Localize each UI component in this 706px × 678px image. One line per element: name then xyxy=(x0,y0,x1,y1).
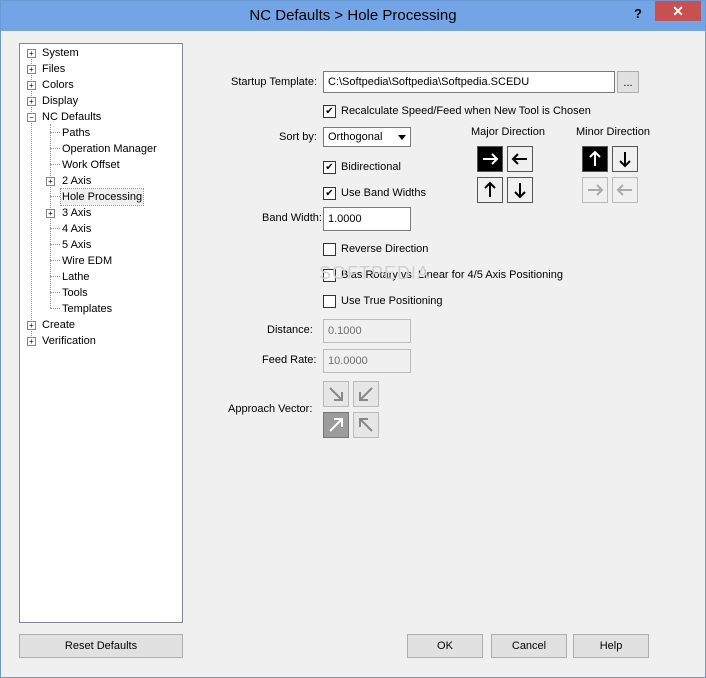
major-down-button[interactable] xyxy=(507,177,533,203)
arrow-left-icon xyxy=(511,153,527,165)
settings-tree[interactable]: + System + Files + Colors + Display − NC… xyxy=(19,43,183,623)
collapse-nc-defaults-icon[interactable]: − xyxy=(27,113,36,122)
arrow-up-icon xyxy=(589,150,601,166)
close-button[interactable]: ✕ xyxy=(655,1,701,21)
band-width-label: Band Width: xyxy=(262,212,322,224)
tree-item-system[interactable]: System xyxy=(42,45,79,61)
tree-branch xyxy=(50,244,60,245)
tree-branch xyxy=(50,132,60,133)
minor-direction-label: Minor Direction xyxy=(576,126,650,138)
tree-item-display[interactable]: Display xyxy=(42,93,78,109)
expand-colors-icon[interactable]: + xyxy=(27,81,36,90)
band-widths-checkbox[interactable]: ✔ xyxy=(323,187,336,200)
softpedia-watermark: SOFTPEDIA xyxy=(319,263,431,283)
minor-down-button[interactable] xyxy=(612,146,638,172)
band-width-field[interactable]: 1.0000 xyxy=(323,207,411,231)
arrow-right-icon xyxy=(588,184,604,196)
approach-down-left-button[interactable] xyxy=(353,381,379,407)
arrow-down-icon xyxy=(619,152,631,168)
tree-item-3-axis[interactable]: 3 Axis xyxy=(62,205,91,221)
sort-by-value: Orthogonal xyxy=(328,131,383,143)
arrow-up-icon xyxy=(484,181,496,197)
expand-files-icon[interactable]: + xyxy=(27,65,36,74)
arrow-down-icon xyxy=(514,183,526,199)
approach-vector-label: Approach Vector: xyxy=(228,403,313,415)
true-positioning-label: Use True Positioning xyxy=(341,295,443,307)
tree-item-lathe[interactable]: Lathe xyxy=(62,269,90,285)
tree-item-colors[interactable]: Colors xyxy=(42,77,74,93)
approach-down-right-button[interactable] xyxy=(323,381,349,407)
title-bar[interactable]: NC Defaults > Hole Processing ? ✕ xyxy=(1,1,705,31)
sort-by-label: Sort by: xyxy=(279,131,317,143)
tree-item-tools[interactable]: Tools xyxy=(62,285,88,301)
tree-branch xyxy=(50,196,60,197)
major-left-button[interactable] xyxy=(507,146,533,172)
tree-branch xyxy=(50,164,60,165)
tree-branch xyxy=(50,228,60,229)
minor-right-button xyxy=(582,177,608,203)
expand-2-axis-icon[interactable]: + xyxy=(46,177,55,186)
major-direction-label: Major Direction xyxy=(471,126,545,138)
tree-item-nc-defaults[interactable]: NC Defaults xyxy=(42,109,101,125)
tree-item-2-axis[interactable]: 2 Axis xyxy=(62,173,91,189)
reverse-direction-checkbox[interactable] xyxy=(323,243,336,256)
tree-item-create[interactable]: Create xyxy=(42,317,75,333)
tree-item-work-offset[interactable]: Work Offset xyxy=(62,157,120,173)
arrow-down-left-icon xyxy=(359,387,373,401)
tree-item-templates[interactable]: Templates xyxy=(62,301,112,317)
feed-rate-label: Feed Rate: xyxy=(262,354,317,366)
feed-rate-field: 10.0000 xyxy=(323,349,411,373)
distance-field: 0.1000 xyxy=(323,319,411,343)
tree-item-wire-edm[interactable]: Wire EDM xyxy=(62,253,112,269)
expand-system-icon[interactable]: + xyxy=(27,49,36,58)
tree-item-verification[interactable]: Verification xyxy=(42,333,96,349)
help-title-button[interactable]: ? xyxy=(629,5,647,23)
browse-button[interactable]: ... xyxy=(617,71,639,93)
tree-item-hole-processing[interactable]: Hole Processing xyxy=(59,188,145,206)
distance-label: Distance: xyxy=(267,324,313,336)
help-button[interactable]: Help xyxy=(573,634,649,658)
tree-branch xyxy=(50,308,60,309)
tree-branch xyxy=(50,260,60,261)
reset-defaults-button[interactable]: Reset Defaults xyxy=(19,634,183,658)
bidirectional-checkbox[interactable]: ✔ xyxy=(323,161,336,174)
tree-item-files[interactable]: Files xyxy=(42,61,65,77)
recalc-checkbox[interactable]: ✔ xyxy=(323,105,336,118)
tree-branch xyxy=(50,292,60,293)
arrow-up-left-icon xyxy=(359,418,373,432)
expand-create-icon[interactable]: + xyxy=(27,321,36,330)
recalc-label: Recalculate Speed/Feed when New Tool is … xyxy=(341,105,591,117)
minor-left-button xyxy=(612,177,638,203)
expand-verification-icon[interactable]: + xyxy=(27,337,36,346)
expand-3-axis-icon[interactable]: + xyxy=(46,209,55,218)
arrow-down-right-icon xyxy=(329,387,343,401)
expand-display-icon[interactable]: + xyxy=(27,97,36,106)
ok-button[interactable]: OK xyxy=(407,634,483,658)
band-widths-label: Use Band Widths xyxy=(341,187,426,199)
reverse-direction-label: Reverse Direction xyxy=(341,243,429,255)
arrow-up-right-icon xyxy=(329,418,343,432)
tree-branch xyxy=(50,148,60,149)
startup-template-label: Startup Template: xyxy=(231,76,318,88)
minor-up-button[interactable] xyxy=(582,146,608,172)
tree-item-4-axis[interactable]: 4 Axis xyxy=(62,221,91,237)
tree-item-operation-manager[interactable]: Operation Manager xyxy=(62,141,157,157)
tree-item-paths[interactable]: Paths xyxy=(62,125,90,141)
tree-item-5-axis[interactable]: 5 Axis xyxy=(62,237,91,253)
startup-template-field[interactable]: C:\Softpedia\Softpedia\Softpedia.SCEDU xyxy=(323,71,615,93)
approach-up-left-button[interactable] xyxy=(353,412,379,438)
approach-up-right-button[interactable] xyxy=(323,412,349,438)
sort-by-select[interactable]: Orthogonal xyxy=(323,127,411,147)
window-title: NC Defaults > Hole Processing xyxy=(249,7,457,24)
tree-branch xyxy=(50,276,60,277)
major-up-button[interactable] xyxy=(477,177,503,203)
chevron-down-icon xyxy=(398,135,406,140)
true-positioning-checkbox[interactable] xyxy=(323,295,336,308)
dialog-window: NC Defaults > Hole Processing ? ✕ + Syst… xyxy=(0,0,706,678)
arrow-right-icon xyxy=(483,153,499,165)
cancel-button[interactable]: Cancel xyxy=(491,634,567,658)
arrow-left-icon xyxy=(616,184,632,196)
major-right-button[interactable] xyxy=(477,146,503,172)
bidirectional-label: Bidirectional xyxy=(341,161,401,173)
